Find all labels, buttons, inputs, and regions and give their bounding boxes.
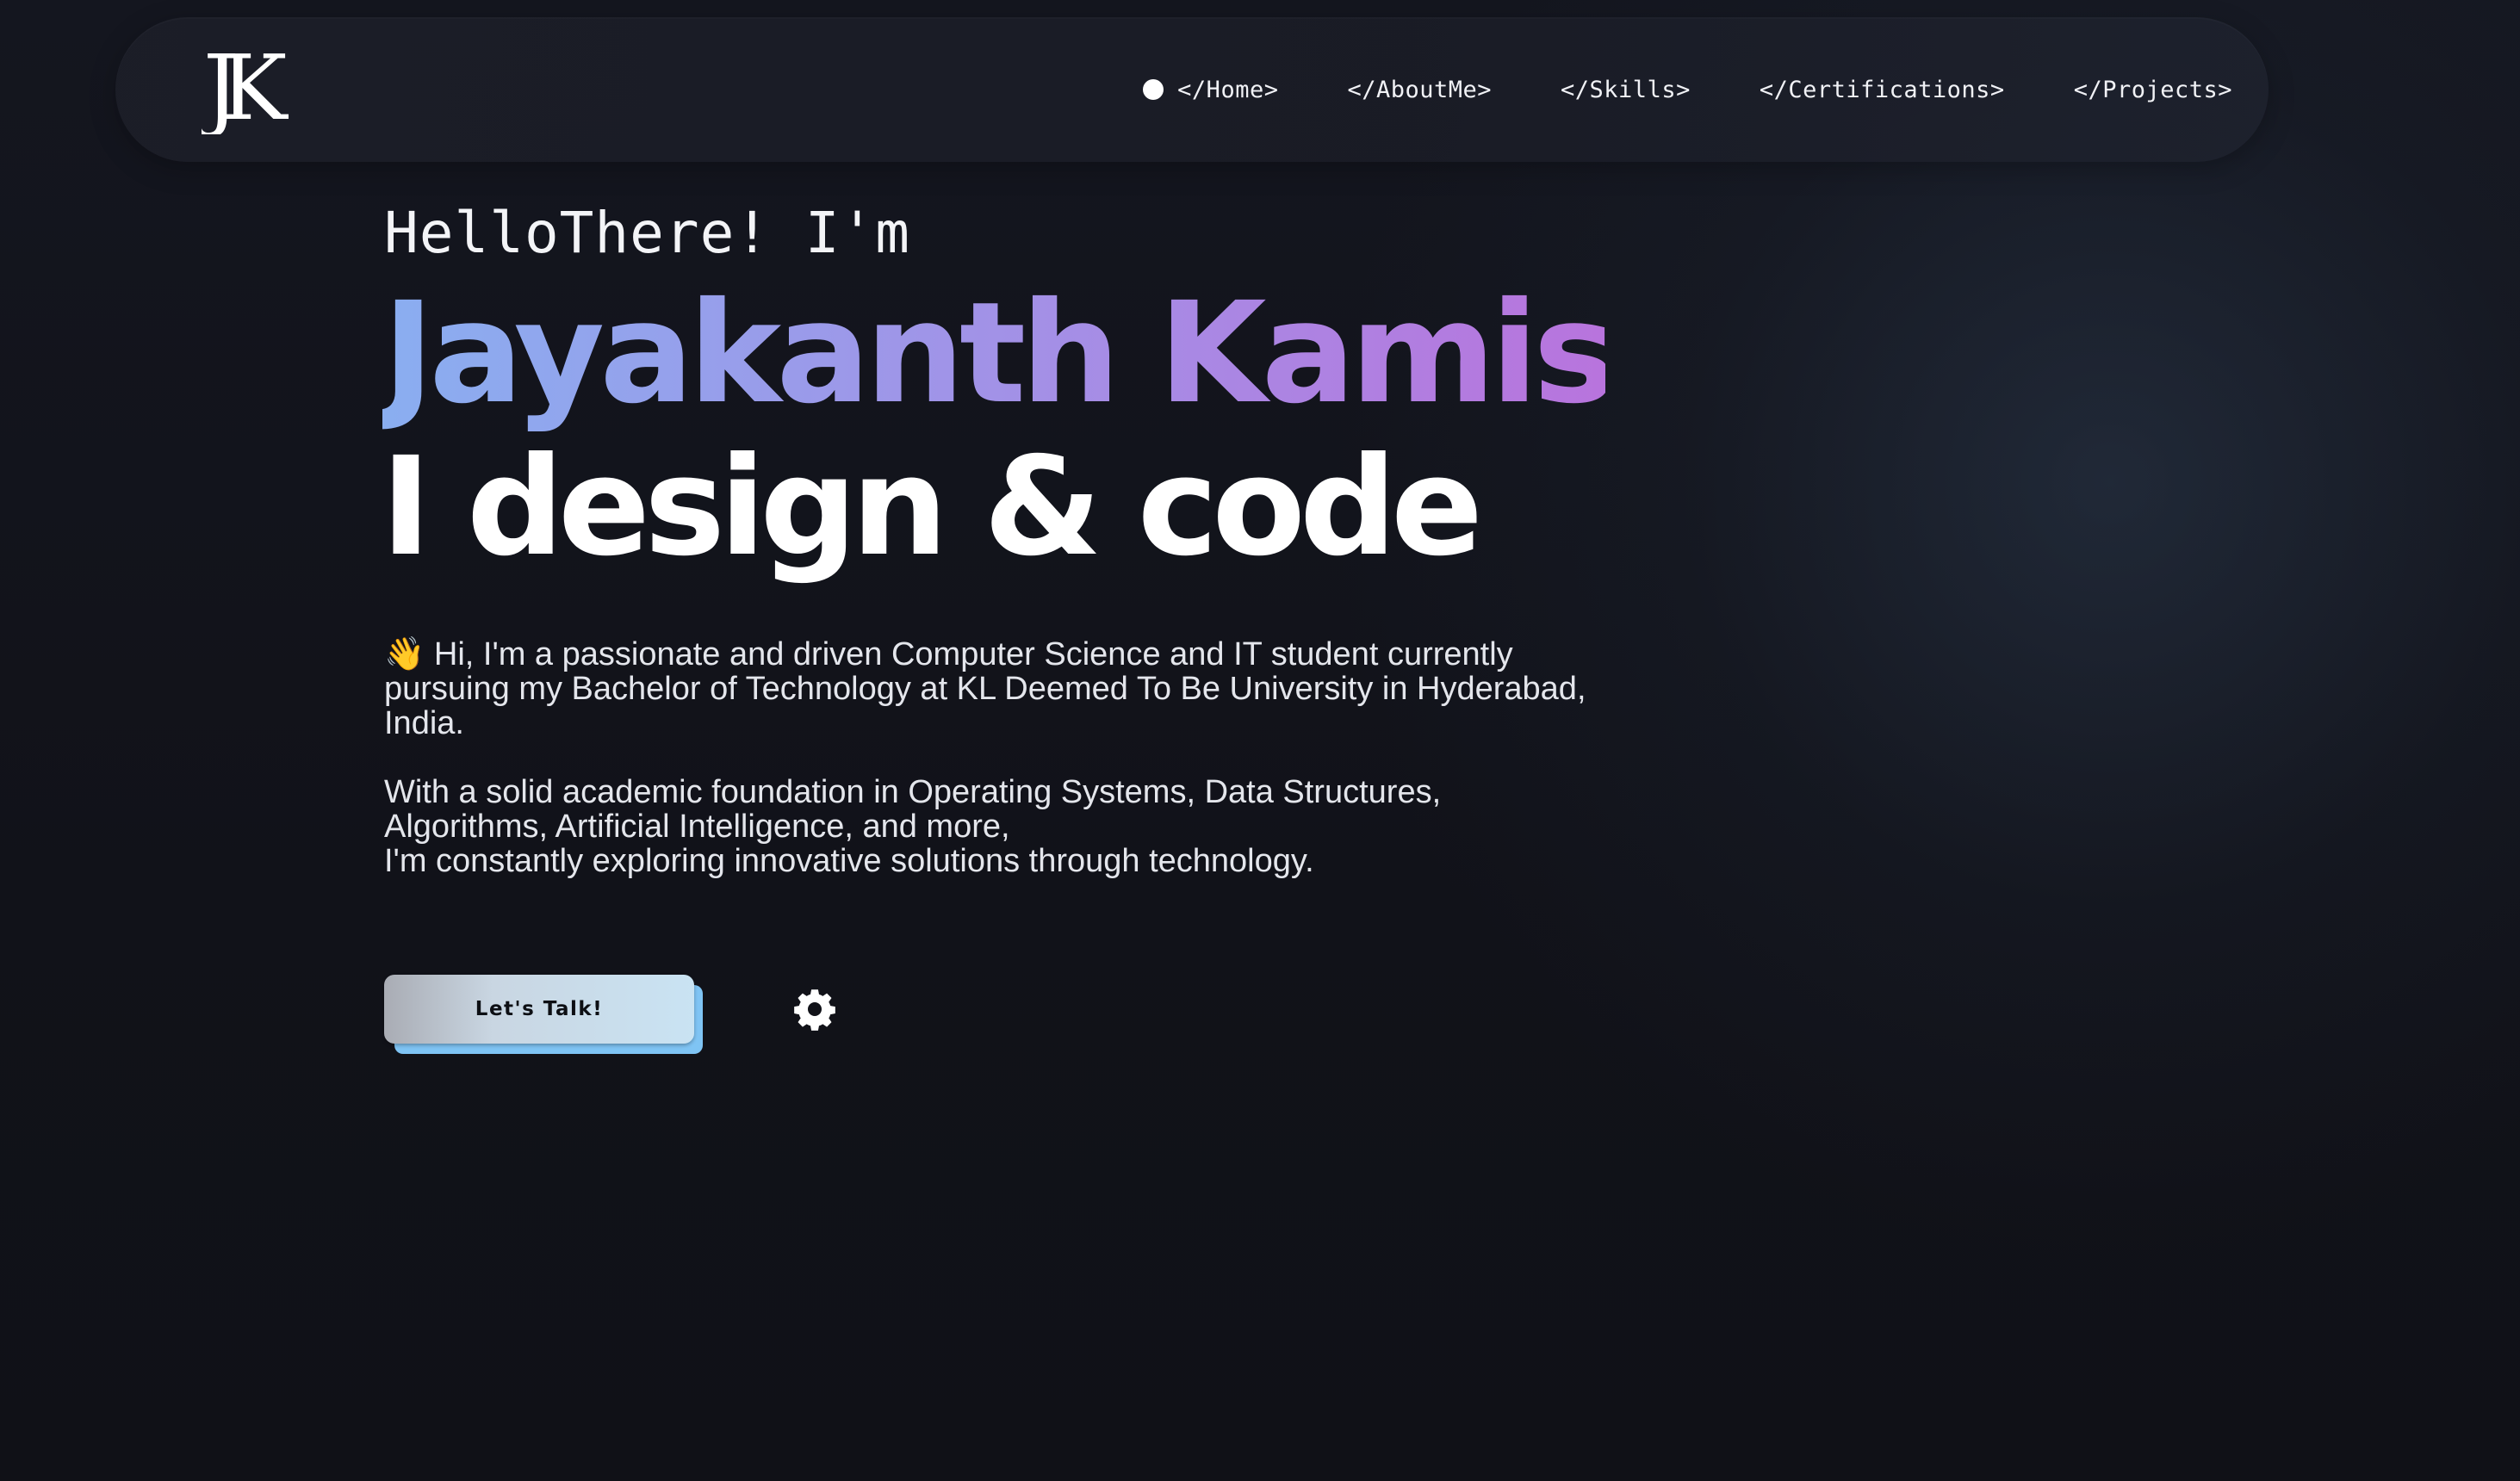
hero-greeting: HelloThere! I'm [384, 200, 911, 266]
nav-item-label: </Certifications> [1759, 76, 2005, 103]
hero-tagline: I design & code [381, 428, 1483, 586]
gear-icon-graphic [794, 989, 835, 1031]
bio-line: 👋 Hi, I'm a passionate and driven Comput… [384, 637, 1607, 672]
svg-text:JK: JK [202, 40, 289, 134]
nav-item-home[interactable]: </Home> [1143, 77, 1278, 103]
bio-paragraph-2: With a solid academic foundation in Oper… [384, 775, 1607, 878]
hero-name: Jayakanth Kamisetti [382, 284, 1871, 441]
nav-links: </Home> </AboutMe> </Skills> </Certifica… [1143, 17, 2232, 162]
nav-item-projects[interactable]: </Projects> [2074, 77, 2232, 103]
bio-paragraph-1: 👋 Hi, I'm a passionate and driven Comput… [384, 637, 1607, 740]
waving-hand-icon: 👋 [384, 636, 425, 672]
nav-item-label: </AboutMe> [1347, 76, 1493, 103]
nav-item-label: </Projects> [2073, 76, 2232, 103]
bio-line: I'm constantly exploring innovative solu… [384, 843, 1314, 879]
bio-line: With a solid academic foundation in Oper… [384, 774, 1442, 810]
bio-line: pursuing my Bachelor of Technology at KL… [384, 671, 1586, 707]
bio-line-text: Hi, I'm a passionate and driven Computer… [433, 636, 1513, 672]
bio-line: Algorithms, Artificial Intelligence, and… [384, 809, 1010, 845]
gear-icon[interactable] [792, 987, 837, 1032]
logo-monogram-icon: JK [202, 40, 308, 134]
cta-wrapper: Let's Talk! [384, 975, 704, 1054]
top-navbar: JK </Home> </AboutMe> </Skills> </Certif… [115, 17, 2269, 162]
nav-item-aboutme[interactable]: </AboutMe> [1347, 77, 1492, 103]
nav-item-skills[interactable]: </Skills> [1561, 77, 1691, 103]
lets-talk-button[interactable]: Let's Talk! [384, 975, 694, 1044]
hero-bio: 👋 Hi, I'm a passionate and driven Comput… [384, 637, 1607, 878]
logo-jk[interactable]: JK [202, 40, 322, 134]
bio-line: India. [384, 705, 464, 741]
nav-item-label: </Skills> [1561, 76, 1691, 103]
nav-item-certifications[interactable]: </Certifications> [1760, 77, 2005, 103]
nav-item-label: </Home> [1177, 76, 1279, 103]
active-indicator-dot [1143, 79, 1164, 100]
